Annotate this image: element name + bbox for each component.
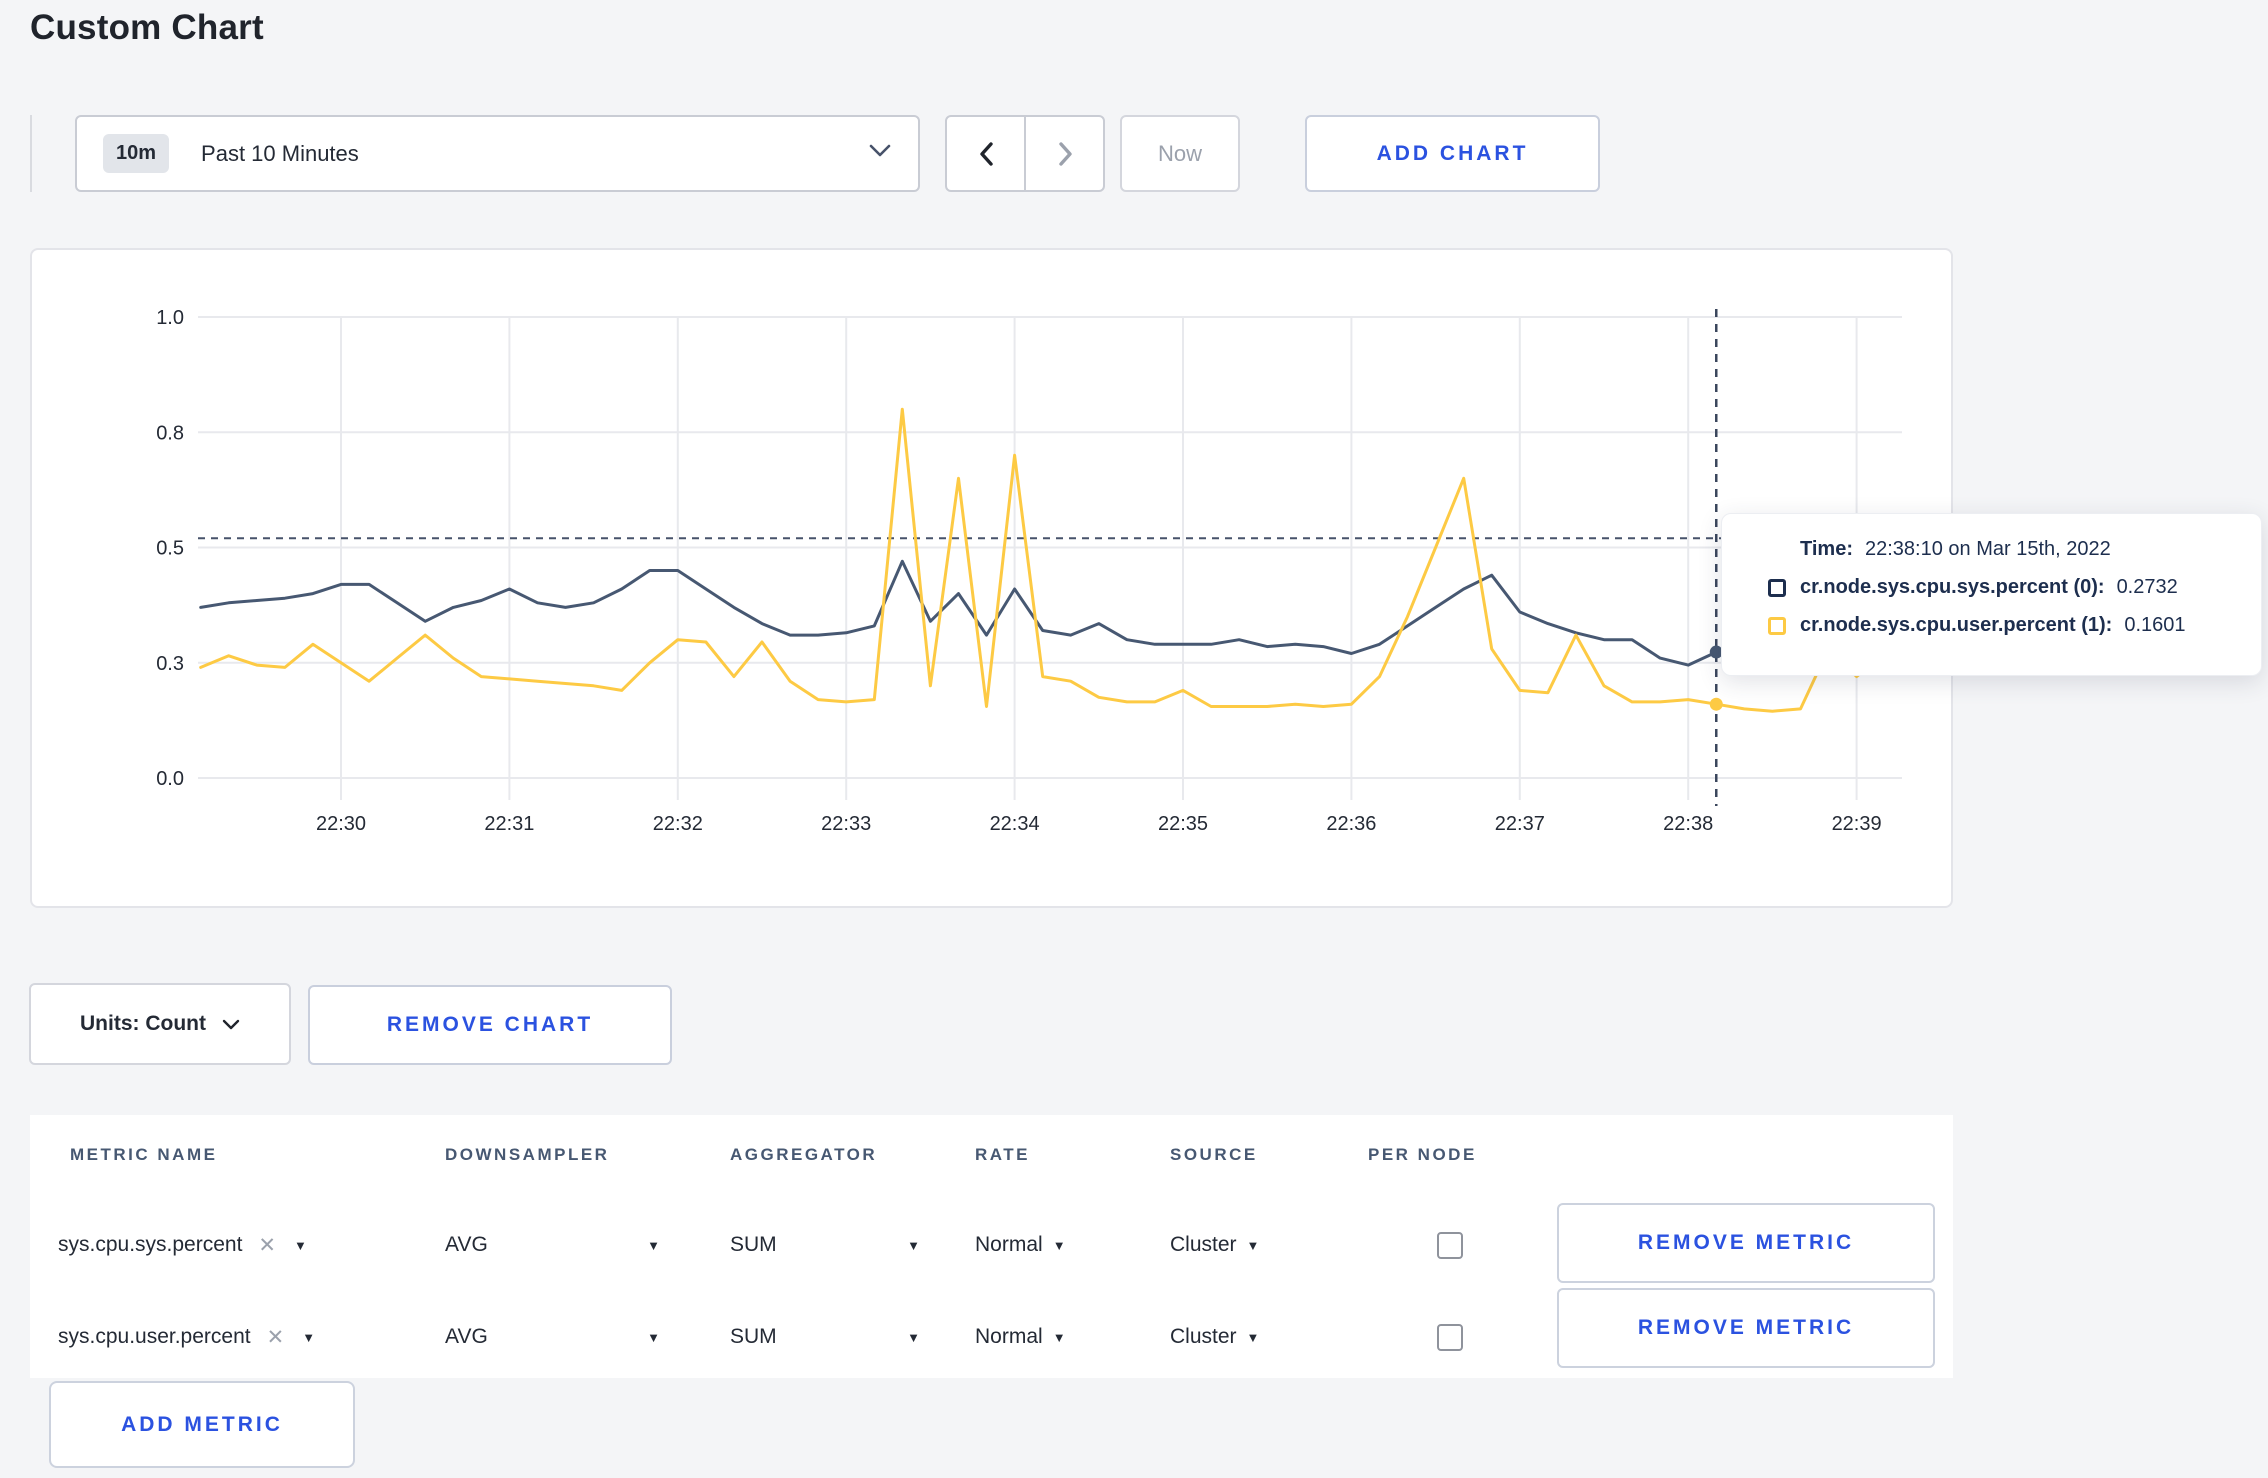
caret-down-icon[interactable]: ▼	[294, 1238, 307, 1253]
y-axis-tick-label: 0.3	[156, 653, 184, 675]
col-header-source: SOURCE	[1170, 1145, 1258, 1164]
tooltip-time-row: Time: 22:38:10 on Mar 15th, 2022	[1800, 538, 2261, 561]
y-axis-tick-label: 0.8	[156, 422, 184, 444]
remove-chart-button[interactable]: REMOVE CHART	[308, 985, 672, 1065]
x-axis-tick-label: 22:31	[484, 813, 534, 835]
aggregator-value: SUM	[730, 1325, 777, 1348]
now-button[interactable]: Now	[1120, 115, 1240, 192]
toolbar-divider	[30, 115, 32, 192]
time-window-badge: 10m	[103, 134, 170, 173]
clear-metric-icon[interactable]: ✕	[258, 1233, 276, 1258]
x-axis-tick-label: 22:33	[821, 813, 871, 835]
per-node-checkbox[interactable]	[1437, 1323, 1463, 1351]
chevron-left-icon	[979, 141, 993, 166]
rate-value: Normal	[975, 1233, 1043, 1256]
chart-hover-tooltip: Time: 22:38:10 on Mar 15th, 2022 cr.node…	[1721, 513, 2262, 676]
col-header-per-node: PER NODE	[1368, 1145, 1477, 1164]
tooltip-series-row: cr.node.sys.cpu.user.percent (1): 0.1601	[1768, 614, 2261, 637]
x-axis-tick-label: 22:30	[316, 813, 366, 835]
metric-name-value: sys.cpu.sys.percent	[58, 1233, 243, 1256]
sys-series-swatch-icon	[1768, 578, 1786, 597]
remove-metric-button[interactable]: REMOVE METRIC	[1557, 1203, 1935, 1283]
per-node-checkbox[interactable]	[1437, 1231, 1463, 1259]
tooltip-time-value: 22:38:10 on Mar 15th, 2022	[1864, 538, 2111, 560]
tooltip-sys-value: 0.2732	[2116, 576, 2178, 598]
x-axis-tick-label: 22:39	[1832, 813, 1882, 835]
x-axis-tick-label: 22:34	[990, 813, 1040, 835]
remove-metric-button[interactable]: REMOVE METRIC	[1557, 1288, 1935, 1368]
y-axis-tick-label: 0.5	[156, 538, 184, 560]
aggregator-select[interactable]: SUM ▼	[730, 1199, 920, 1291]
series-line-cr.node.sys.cpu.sys.percent	[199, 559, 1887, 667]
units-label: Units: Count	[80, 1012, 206, 1035]
clear-metric-icon[interactable]: ✕	[267, 1325, 285, 1350]
x-axis-tick-label: 22:32	[653, 813, 703, 835]
add-chart-button[interactable]: ADD CHART	[1305, 115, 1600, 192]
time-window-label: Past 10 Minutes	[201, 140, 359, 166]
chevron-down-icon	[222, 1019, 240, 1029]
rate-select[interactable]: Normal ▼	[975, 1199, 1135, 1291]
downsampler-value: AVG	[445, 1325, 488, 1348]
x-axis-tick-label: 22:36	[1326, 813, 1376, 835]
source-value: Cluster	[1170, 1233, 1237, 1256]
caret-down-icon: ▼	[907, 1329, 920, 1345]
tooltip-user-value: 0.1601	[2124, 614, 2186, 636]
col-header-downsampler: DOWNSAMPLER	[445, 1145, 610, 1164]
tooltip-sys-label: cr.node.sys.cpu.sys.percent (0):	[1800, 576, 2105, 598]
chevron-down-icon	[868, 144, 892, 163]
chart-card: 1.0 0.8 0.5 0.3 0.0 22:30 22:31 22:32 22:33 22:34…	[30, 248, 1953, 908]
x-axis-tick-label: 22:35	[1158, 813, 1208, 835]
aggregator-value: SUM	[730, 1233, 777, 1256]
downsampler-select[interactable]: AVG ▼	[445, 1291, 660, 1383]
page-title: Custom Chart	[30, 8, 264, 47]
caret-down-icon: ▼	[907, 1237, 920, 1253]
series-line-cr.node.sys.cpu.user.percent	[199, 407, 1887, 713]
time-step-control	[945, 115, 1105, 192]
next-interval-button[interactable]	[1024, 117, 1103, 190]
x-axis-tick-label: 22:38	[1663, 813, 1713, 835]
downsampler-value: AVG	[445, 1233, 488, 1256]
metric-name-select[interactable]: sys.cpu.user.percent ✕ ▼	[58, 1291, 418, 1383]
source-value: Cluster	[1170, 1325, 1237, 1348]
chevron-right-icon	[1058, 141, 1072, 166]
metric-name-select[interactable]: sys.cpu.sys.percent ✕ ▼	[58, 1199, 418, 1291]
user-series-swatch-icon	[1768, 616, 1786, 635]
caret-down-icon: ▼	[1052, 1237, 1066, 1253]
tooltip-user-label: cr.node.sys.cpu.user.percent (1):	[1800, 614, 2113, 636]
source-select[interactable]: Cluster ▼	[1170, 1291, 1330, 1383]
caret-down-icon: ▼	[1246, 1237, 1260, 1253]
col-header-rate: RATE	[975, 1145, 1031, 1164]
tooltip-series-row: cr.node.sys.cpu.sys.percent (0): 0.2732	[1768, 576, 2261, 599]
caret-down-icon[interactable]: ▼	[302, 1330, 315, 1345]
units-dropdown[interactable]: Units: Count	[29, 983, 291, 1065]
metric-name-value: sys.cpu.user.percent	[58, 1325, 251, 1348]
caret-down-icon: ▼	[1052, 1329, 1066, 1345]
hover-point-user	[1709, 697, 1723, 711]
caret-down-icon: ▼	[647, 1329, 660, 1345]
rate-select[interactable]: Normal ▼	[975, 1291, 1135, 1383]
time-window-dropdown[interactable]: 10m Past 10 Minutes	[75, 115, 920, 192]
rate-value: Normal	[975, 1325, 1043, 1348]
caret-down-icon: ▼	[647, 1237, 660, 1253]
source-select[interactable]: Cluster ▼	[1170, 1199, 1330, 1291]
add-metric-button[interactable]: ADD METRIC	[49, 1381, 355, 1468]
aggregator-select[interactable]: SUM ▼	[730, 1291, 920, 1383]
col-header-metric-name: METRIC NAME	[70, 1145, 218, 1164]
col-header-aggregator: AGGREGATOR	[730, 1145, 878, 1164]
y-axis-tick-label: 0.0	[156, 768, 184, 790]
downsampler-select[interactable]: AVG ▼	[445, 1199, 660, 1291]
y-axis-tick-label: 1.0	[156, 307, 184, 329]
caret-down-icon: ▼	[1246, 1329, 1260, 1345]
cpu-usage-chart[interactable]: 1.0 0.8 0.5 0.3 0.0 22:30 22:31 22:32 22:33 22:34…	[32, 250, 1955, 910]
x-axis-tick-label: 22:37	[1495, 813, 1545, 835]
prev-interval-button[interactable]	[947, 117, 1024, 190]
tooltip-time-label: Time:	[1800, 538, 1853, 560]
